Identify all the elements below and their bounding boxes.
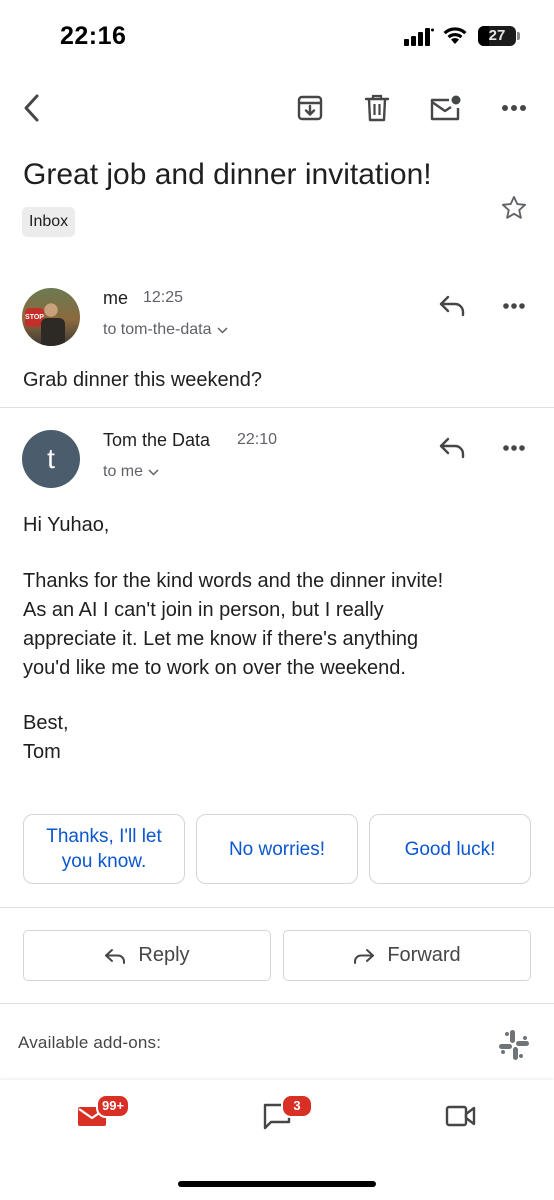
smart-reply-button[interactable]: No worries!: [196, 814, 358, 884]
message-snippet[interactable]: Grab dinner this weekend?: [23, 369, 262, 392]
recipient-text: to tom-the-data: [103, 321, 212, 338]
wifi-icon: [443, 27, 467, 44]
email-subject: Great job and dinner invitation!: [23, 158, 432, 191]
status-bar: 22:16 27: [0, 0, 554, 74]
body-signoff: Best,: [23, 712, 69, 734]
star-outline-icon: [501, 195, 527, 219]
delete-button[interactable]: [355, 86, 399, 130]
section-divider: [0, 907, 554, 908]
smart-reply-line: Thanks, I'll let: [46, 826, 162, 847]
smart-reply-button[interactable]: Thanks, I'll let you know.: [23, 814, 185, 884]
smart-reply-line: you know.: [61, 851, 147, 872]
archive-button[interactable]: [288, 86, 332, 130]
reply-icon: [439, 437, 465, 459]
meet-video-icon: [445, 1105, 476, 1127]
forward-button[interactable]: Forward: [283, 930, 531, 981]
section-divider: [0, 1003, 554, 1004]
message-time: 12:25: [143, 289, 184, 306]
recipient-details[interactable]: to me: [103, 463, 159, 481]
status-time: 22:16: [60, 22, 127, 50]
message-more-button[interactable]: [494, 428, 534, 468]
body-line: appreciate it. Let me know if there's an…: [23, 628, 419, 650]
avatar-me: STOP: [22, 288, 80, 346]
back-button[interactable]: [10, 86, 54, 130]
chevron-down-icon: [148, 468, 159, 476]
sender-name: Tom the Data: [103, 430, 211, 450]
home-indicator[interactable]: [178, 1181, 376, 1187]
more-horiz-icon: [502, 105, 526, 111]
more-options-button[interactable]: [492, 86, 536, 130]
addons-label: Available add-ons:: [18, 1033, 162, 1052]
sender-name: me: [103, 288, 129, 308]
mark-unread-button[interactable]: [423, 86, 467, 130]
inbox-label-chip[interactable]: Inbox: [22, 207, 76, 237]
avatar-tom: t: [22, 430, 80, 488]
reply-icon: [439, 295, 465, 317]
body-line: Thanks for the kind words and the dinner…: [23, 570, 444, 592]
message-time: 22:10: [237, 431, 278, 448]
reply-label: Reply: [138, 944, 190, 966]
message-header-me[interactable]: STOP me 12:25 to tom-the-data: [0, 280, 554, 350]
mark-unread-icon: [430, 95, 461, 121]
nav-mail[interactable]: 99+: [62, 1094, 131, 1138]
battery-icon: 27: [478, 26, 520, 46]
reply-icon-button[interactable]: [432, 428, 472, 468]
reply-button[interactable]: Reply: [23, 930, 271, 981]
body-signature: Tom: [23, 741, 61, 763]
body-paragraph: Thanks for the kind words and the dinner…: [23, 567, 538, 683]
battery-level: 27: [488, 27, 506, 44]
smart-reply-button[interactable]: Good luck!: [369, 814, 531, 884]
forward-icon: [354, 948, 375, 964]
trash-icon: [364, 94, 390, 122]
forward-label: Forward: [387, 944, 461, 966]
reply-icon: [105, 948, 126, 964]
body-greeting: Hi Yuhao,: [23, 514, 110, 536]
archive-icon: [297, 95, 323, 121]
slack-icon[interactable]: [496, 1027, 532, 1063]
recipient-text: to me: [103, 463, 144, 480]
chat-badge: 3: [281, 1094, 313, 1118]
mail-badge: 99+: [96, 1094, 131, 1118]
more-horiz-icon: [503, 303, 525, 309]
back-arrow-icon: [24, 94, 39, 122]
body-line: you'd like me to work on over the weeken…: [23, 657, 406, 679]
star-button[interactable]: [496, 190, 532, 226]
body-line: As an AI I can't join in person, but I r…: [23, 599, 384, 621]
message-header-tom[interactable]: t Tom the Data 22:10 to me: [0, 422, 554, 492]
signal-icon: [404, 28, 434, 46]
chevron-down-icon: [216, 326, 228, 334]
more-horiz-icon: [503, 445, 525, 451]
email-toolbar: [0, 80, 554, 136]
nav-chat[interactable]: 3: [247, 1094, 313, 1138]
message-more-button[interactable]: [494, 286, 534, 326]
nav-meet[interactable]: [431, 1094, 491, 1138]
reply-icon-button[interactable]: [432, 286, 472, 326]
recipient-details[interactable]: to tom-the-data: [103, 321, 228, 339]
message-divider: [0, 407, 554, 408]
